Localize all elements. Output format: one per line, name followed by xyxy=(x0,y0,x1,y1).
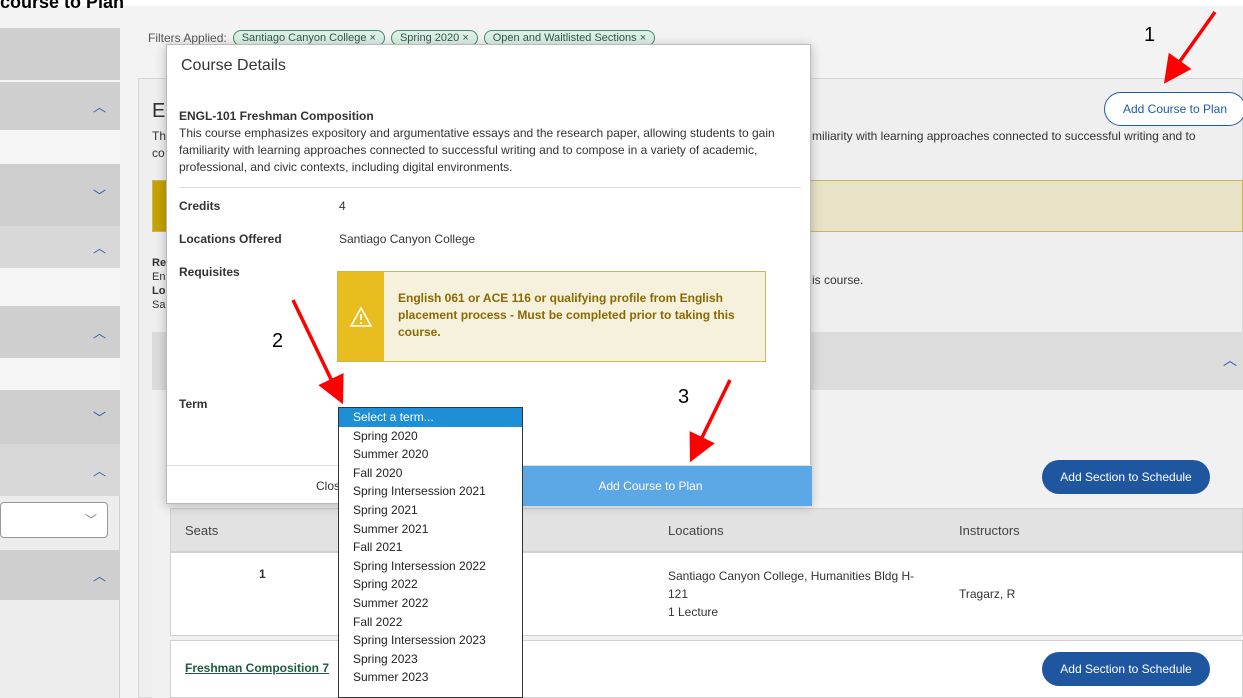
table-row: 1 Santiago Canyon College, Humanities Bl… xyxy=(170,552,1243,636)
add-course-to-plan-button[interactable]: Add Course to Plan xyxy=(1104,92,1243,126)
add-section-to-schedule-button[interactable]: Add Section to Schedule xyxy=(1042,460,1210,494)
term-option[interactable]: Fall 2020 xyxy=(339,464,522,483)
warning-strip xyxy=(153,181,167,231)
sidebar-section-4[interactable]: ︿ xyxy=(0,306,120,358)
column-header-instructors: Instructors xyxy=(959,523,1020,538)
add-section-to-schedule-button[interactable]: Add Section to Schedule xyxy=(1042,652,1210,686)
desc-fragment: co xyxy=(152,146,165,160)
chevron-up-icon[interactable]: ︿ xyxy=(93,238,106,257)
location-line: Santiago Canyon College, Humanities Bldg… xyxy=(668,569,915,583)
credits-value: 4 xyxy=(339,199,346,213)
locations-label: Locations Offered xyxy=(179,232,282,246)
term-option[interactable]: Spring Intersession 2022 xyxy=(339,557,522,576)
sidebar-section-3[interactable]: ︿ xyxy=(0,226,120,268)
sections-table-header: Seats Locations Instructors xyxy=(170,508,1243,552)
top-caption: course to Plan xyxy=(0,0,125,12)
sidebar-section-5[interactable]: ﹀ xyxy=(0,390,120,444)
term-option[interactable]: Spring 2021 xyxy=(339,501,522,520)
term-select-dropdown[interactable]: Select a term... Spring 2020 Summer 2020… xyxy=(338,407,523,698)
warning-triangle-icon xyxy=(350,306,372,327)
requisites-label: Requisites xyxy=(179,265,240,279)
column-header-seats: Seats xyxy=(185,523,219,538)
requisite-text: English 061 or ACE 116 or qualifying pro… xyxy=(398,291,735,339)
term-option[interactable]: Summer 2020 xyxy=(339,445,522,464)
term-label: Term xyxy=(179,397,208,411)
sidebar-gap xyxy=(0,358,120,390)
term-option[interactable]: Spring Intersession 2023 xyxy=(339,631,522,650)
term-option[interactable]: Fall 2021 xyxy=(339,538,522,557)
divider xyxy=(179,187,801,188)
req-fragment: Lo xyxy=(152,285,166,297)
term-option[interactable]: Spring 2022 xyxy=(339,575,522,594)
sidebar-section-1[interactable]: ︿ xyxy=(0,82,120,130)
desc-fragment: miliarity with learning approaches conne… xyxy=(812,129,1196,143)
sidebar-select[interactable]: ﹀ xyxy=(0,502,108,538)
term-option[interactable]: Spring Intersession 2021 xyxy=(339,482,522,501)
requisites-block: Re En Lo Sa xyxy=(152,256,166,312)
sidebar-section-6[interactable]: ︿ xyxy=(0,444,120,496)
locations-value: Santiago Canyon College xyxy=(339,232,476,246)
annotation-number-3: 3 xyxy=(678,386,690,408)
seats-value: 1 xyxy=(259,567,266,581)
location-cell: Santiago Canyon College, Humanities Bldg… xyxy=(668,567,914,621)
column-header-locations: Locations xyxy=(668,523,724,538)
sidebar-header-1[interactable] xyxy=(0,28,120,80)
sidebar-gap xyxy=(0,130,120,164)
term-option[interactable]: Spring 2020 xyxy=(339,427,522,446)
chevron-up-icon[interactable]: ︿ xyxy=(93,566,106,585)
modal-course-name: ENGL-101 Freshman Composition xyxy=(179,109,374,123)
warning-icon xyxy=(338,272,384,361)
chevron-up-icon[interactable]: ︿ xyxy=(93,323,106,342)
chevron-up-icon[interactable]: ︿ xyxy=(1223,350,1237,370)
chevron-up-icon[interactable]: ︿ xyxy=(93,97,106,116)
chevron-up-icon[interactable]: ︿ xyxy=(93,461,106,480)
term-option[interactable]: Select a term... xyxy=(339,408,522,427)
req-fragment: is course. xyxy=(812,273,864,287)
modal-course-description: This course emphasizes expository and ar… xyxy=(179,126,775,174)
req-fragment: Sa xyxy=(152,299,166,311)
sidebar-gap xyxy=(0,268,120,306)
term-option[interactable]: Summer 2021 xyxy=(339,520,522,539)
annotation-number-1: 1 xyxy=(1144,24,1156,46)
chevron-down-icon[interactable]: ﹀ xyxy=(93,186,106,205)
chevron-down-icon[interactable]: ﹀ xyxy=(93,408,106,427)
course-section-link[interactable]: Freshman Composition 7 xyxy=(185,661,329,675)
sidebar-section-7[interactable]: ︿ xyxy=(0,550,120,600)
req-fragment: En xyxy=(152,271,166,283)
chevron-down-icon: ﹀ xyxy=(84,513,97,527)
add-course-to-plan-modal-button[interactable]: Add Course to Plan xyxy=(489,466,812,506)
instructor-value: Tragarz, R xyxy=(959,587,1016,601)
filters-label: Filters Applied: xyxy=(148,31,227,45)
requisite-warning-box: English 061 or ACE 116 or qualifying pro… xyxy=(337,271,766,362)
desc-fragment: Th xyxy=(152,129,167,143)
credits-label: Credits xyxy=(179,199,221,213)
modal-title: Course Details xyxy=(181,57,286,74)
req-fragment: Re xyxy=(152,257,167,269)
sidebar-section-2[interactable]: ﹀ xyxy=(0,164,120,226)
annotation-number-2: 2 xyxy=(272,330,284,352)
location-line: 121 xyxy=(668,587,689,601)
location-line: 1 Lecture xyxy=(668,605,719,619)
term-option[interactable]: Spring 2023 xyxy=(339,650,522,669)
filter-sidebar: ︿ ﹀ ︿ ︿ ﹀ ︿ ﹀ ︿ xyxy=(0,28,120,698)
term-option[interactable]: Summer 2023 xyxy=(339,668,522,687)
term-option[interactable]: Summer 2022 xyxy=(339,594,522,613)
term-option[interactable]: Fall 2022 xyxy=(339,613,522,632)
top-strip xyxy=(0,0,1243,6)
